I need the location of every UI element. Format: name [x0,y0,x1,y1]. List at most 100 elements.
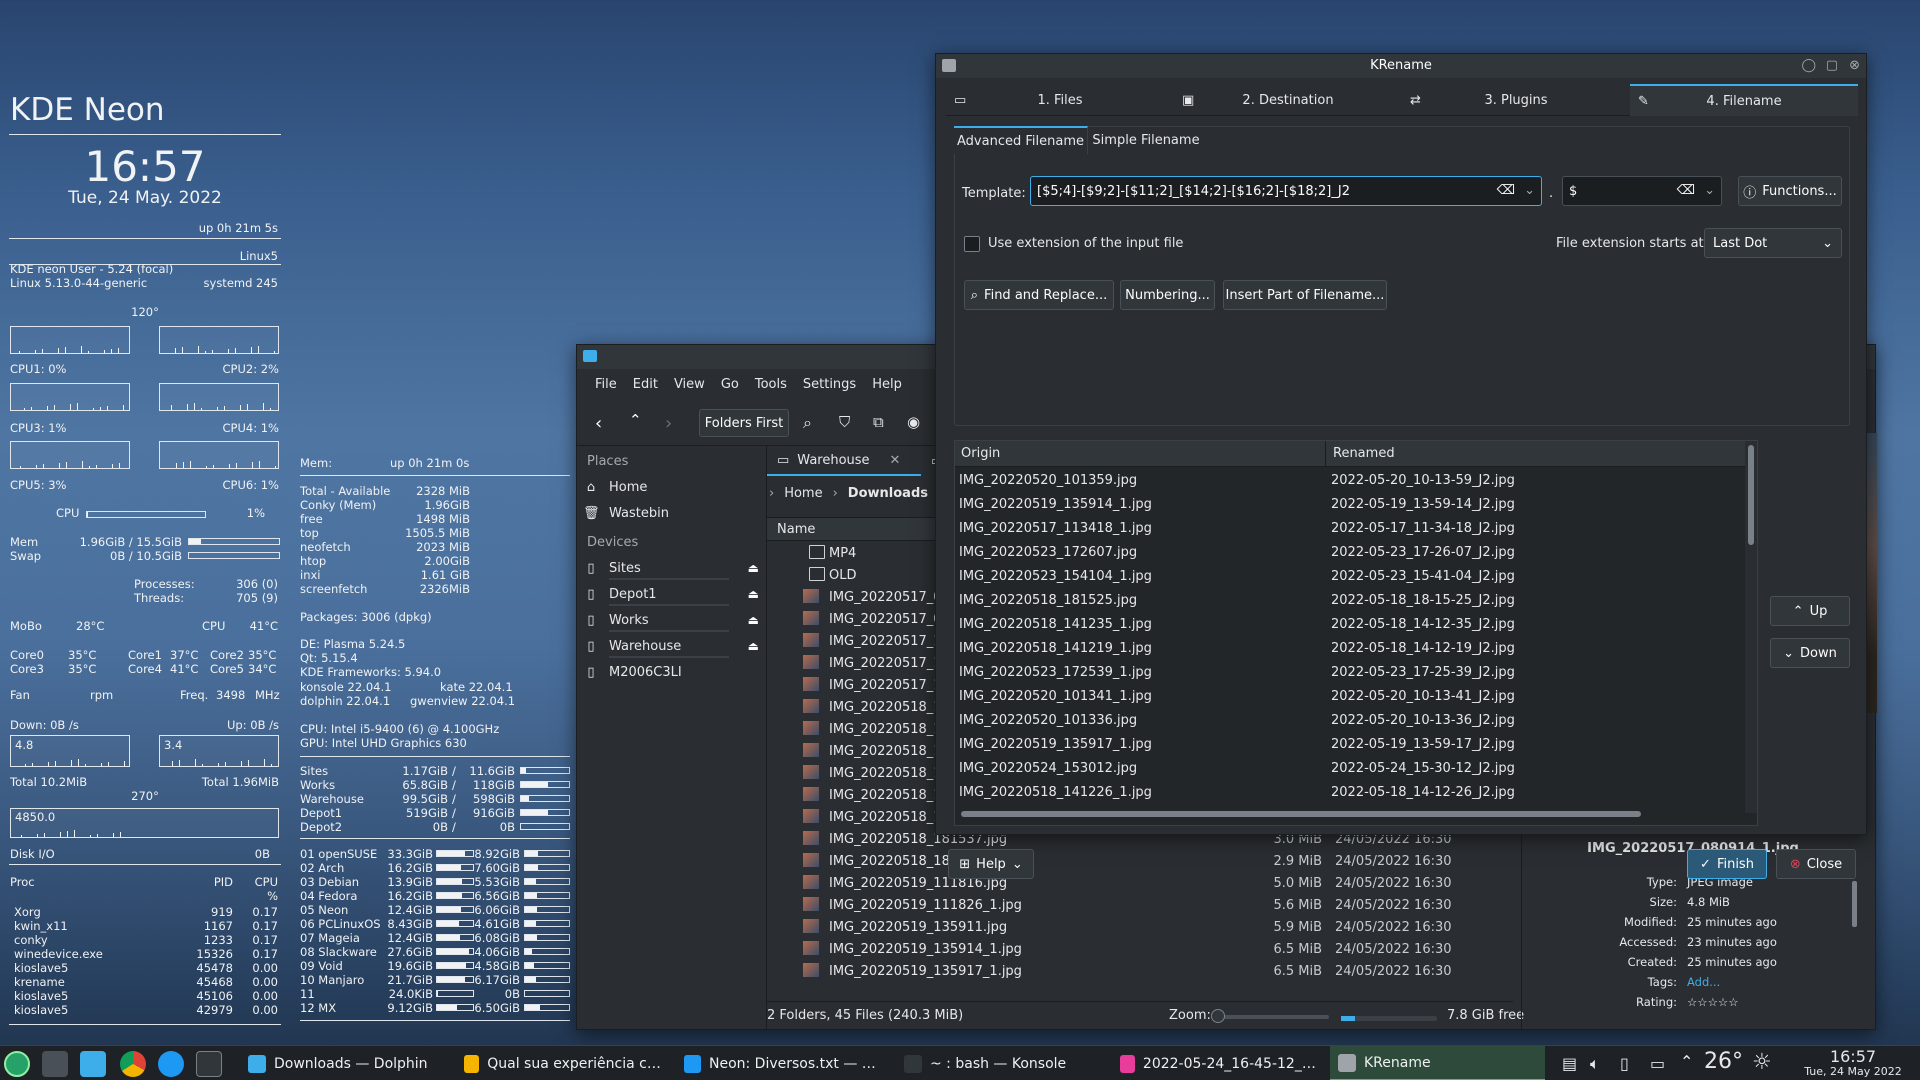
kate-icon[interactable] [158,1051,184,1077]
file-row[interactable]: IMG_20220519_111816.jpg 5.0 MiB 24/05/2022… [767,872,1513,894]
back-icon[interactable]: ‹ [595,413,602,434]
menu-item-go[interactable]: Go [713,377,747,392]
close-window-icon[interactable]: ⊗ [1849,54,1860,78]
clock-time[interactable]: 16:57 [1790,1047,1916,1066]
weather-temp[interactable]: 26° [1704,1049,1743,1074]
up-icon[interactable]: ⌃ [629,411,642,429]
preview-row[interactable]: IMG_20220524_153012.jpg 2022-05-24_15-30-… [955,757,1745,781]
volume-icon[interactable]: 🔈︎ [1590,1054,1600,1074]
template-input[interactable]: [$5;4]-[$9;2]-[$11;2]_[$14;2]-[$16;2]-[$… [1030,176,1542,206]
folders-first-button[interactable]: Folders First [699,409,789,437]
task-5[interactable]: 2022-05-24_16-45-12_N-Dre... [1112,1046,1327,1080]
preview-row[interactable]: IMG_20220519_135917_1.jpg 2022-05-19_13-5… [955,733,1745,757]
close-button[interactable]: ⊗ Close [1776,849,1856,879]
step-tab-3[interactable]: ⇄ 3. Plugins [1402,84,1630,116]
zoom-slider[interactable] [1217,1015,1329,1019]
eject-icon[interactable]: ⏏ [748,639,759,653]
device-item-depot1[interactable]: ▯ Depot1 ⏏ [583,582,759,606]
place-item-home[interactable]: ⌂ Home [583,475,759,499]
renamed-column-header[interactable]: Renamed [1333,446,1395,461]
numbering-button[interactable]: Numbering... [1120,280,1215,310]
clear-icon[interactable]: ⌫ [1497,183,1515,198]
clipboard-icon[interactable]: ▤ [1562,1054,1577,1073]
file-row[interactable]: IMG_20220519_135914_1.jpg 6.5 MiB 24/05/20… [767,938,1513,960]
clear-icon[interactable]: ⌫ [1677,183,1695,198]
menu-item-tools[interactable]: Tools [747,377,795,392]
tray-expand-icon[interactable]: ⌃ [1680,1052,1693,1071]
display-icon[interactable]: ▭ [1650,1054,1665,1073]
tab-simple-filename[interactable]: Simple Filename [1088,126,1204,154]
preview-row[interactable]: IMG_20220523_172607.jpg 2022-05-23_17-26-… [955,541,1745,565]
search-icon[interactable]: ⌕ [803,413,812,433]
file-row[interactable]: IMG_20220518_181542.jpg 2.9 MiB 24/05/2022… [767,850,1513,872]
device-item-m2006c3li[interactable]: ▯ M2006C3LI [583,660,759,684]
move-up-button[interactable]: ⌃ Up [1770,596,1850,626]
step-tab-2[interactable]: ▣ 2. Destination [1174,84,1402,116]
menu-item-settings[interactable]: Settings [795,377,864,392]
preview-row[interactable]: IMG_20220518_141226_1.jpg 2022-05-18_14-1… [955,781,1745,805]
breadcrumb-home[interactable]: Home [784,486,822,501]
place-item-wastebin[interactable]: 🗑︎ Wastebin [583,501,759,525]
minimize-icon[interactable]: ◯ [1801,54,1816,78]
forward-icon[interactable]: › [665,413,672,434]
step-tab-1[interactable]: ▭ 1. Files [946,84,1174,116]
move-down-button[interactable]: ⌄ Down [1770,638,1850,668]
preview-row[interactable]: IMG_20220518_141219_1.jpg 2022-05-18_14-1… [955,637,1745,661]
app-launcher-icon[interactable] [4,1051,30,1077]
chevron-down-icon[interactable]: ⌄ [1524,183,1535,198]
step-tab-4[interactable]: ✎ 4. Filename [1630,84,1858,116]
close-tab-icon[interactable]: ✕ [890,453,901,468]
tab-advanced-filename[interactable]: Advanced Filename [954,126,1088,154]
split-view-icon[interactable]: ⧉ [873,413,884,431]
dolphin-icon[interactable] [80,1051,106,1077]
preview-row[interactable]: IMG_20220520_101341_1.jpg 2022-05-20_10-1… [955,685,1745,709]
task-6[interactable]: KRename [1330,1046,1545,1080]
functions-button[interactable]: ⓘ Functions... [1738,176,1842,206]
filter-icon[interactable]: ⛉ [839,413,850,431]
help-button[interactable]: ⊞ Help ⌄ [948,849,1034,879]
file-row[interactable]: IMG_20220519_111826_1.jpg 5.6 MiB 24/05/20… [767,894,1513,916]
preview-row[interactable]: IMG_20220523_172539_1.jpg 2022-05-23_17-2… [955,661,1745,685]
eject-icon[interactable]: ⏏ [748,561,759,575]
weather-icon[interactable]: ☼ [1752,1050,1772,1075]
preview-row[interactable]: IMG_20220520_101359.jpg 2022-05-20_10-13-… [955,469,1745,493]
name-column-header[interactable]: Name [777,522,815,537]
menu-item-view[interactable]: View [666,377,713,392]
menu-item-edit[interactable]: Edit [625,377,666,392]
info-scrollbar[interactable] [1852,881,1857,927]
preview-row[interactable]: IMG_20220523_154104_1.jpg 2022-05-23_15-4… [955,565,1745,589]
task-3[interactable]: Neon: Diversos.txt — Kate [676,1046,891,1080]
device-item-warehouse[interactable]: ▯ Warehouse ⏏ [583,634,759,658]
task-1[interactable]: Downloads — Dolphin [240,1046,450,1080]
breadcrumb-current[interactable]: Downloads [848,486,928,501]
krename-titlebar[interactable]: KRename ◯ ▢ ⊗ [936,54,1866,78]
device-item-sites[interactable]: ▯ Sites ⏏ [583,556,759,580]
eject-icon[interactable]: ⏏ [748,613,759,627]
find-replace-button[interactable]: ⌕ Find and Replace... [964,280,1114,310]
horizontal-scrollbar[interactable] [961,811,1641,817]
chevron-down-icon[interactable]: ⌄ [1704,183,1715,198]
use-extension-checkbox[interactable] [964,236,980,252]
konsole-icon[interactable] [196,1051,222,1077]
task-4[interactable]: ~ : bash — Konsole [896,1046,1106,1080]
file-row[interactable]: IMG_20220519_135911.jpg 5.9 MiB 24/05/2022… [767,916,1513,938]
menu-item-file[interactable]: File [587,377,625,392]
tab-warehouse[interactable]: ▭ Warehouse ✕ [767,446,921,476]
insert-part-button[interactable]: Insert Part of Filename... [1223,280,1387,310]
vertical-scrollbar[interactable] [1745,441,1757,813]
device-item-works[interactable]: ▯ Works ⏏ [583,608,759,632]
zoom-slider-handle[interactable] [1211,1009,1225,1023]
file-row[interactable]: IMG_20220519_135917_1.jpg 6.5 MiB 24/05/20… [767,960,1513,982]
preview-icon[interactable]: ◉ [907,413,920,431]
clock-date[interactable]: Tue, 24 May 2022 [1790,1065,1916,1078]
task-2[interactable]: Qual sua experiência com o... [456,1046,671,1080]
preview-row[interactable]: IMG_20220519_135914_1.jpg 2022-05-19_13-5… [955,493,1745,517]
preview-row[interactable]: IMG_20220518_141235_1.jpg 2022-05-18_14-1… [955,613,1745,637]
preview-row[interactable]: IMG_20220520_101336.jpg 2022-05-20_10-13-… [955,709,1745,733]
menu-item-help[interactable]: Help [864,377,910,392]
origin-column-header[interactable]: Origin [961,446,1000,461]
settings-icon[interactable] [42,1051,68,1077]
maximize-icon[interactable]: ▢ [1826,54,1838,78]
preview-row[interactable]: IMG_20220517_113418_1.jpg 2022-05-17_11-3… [955,517,1745,541]
preview-row[interactable]: IMG_20220518_181525.jpg 2022-05-18_18-15-… [955,589,1745,613]
